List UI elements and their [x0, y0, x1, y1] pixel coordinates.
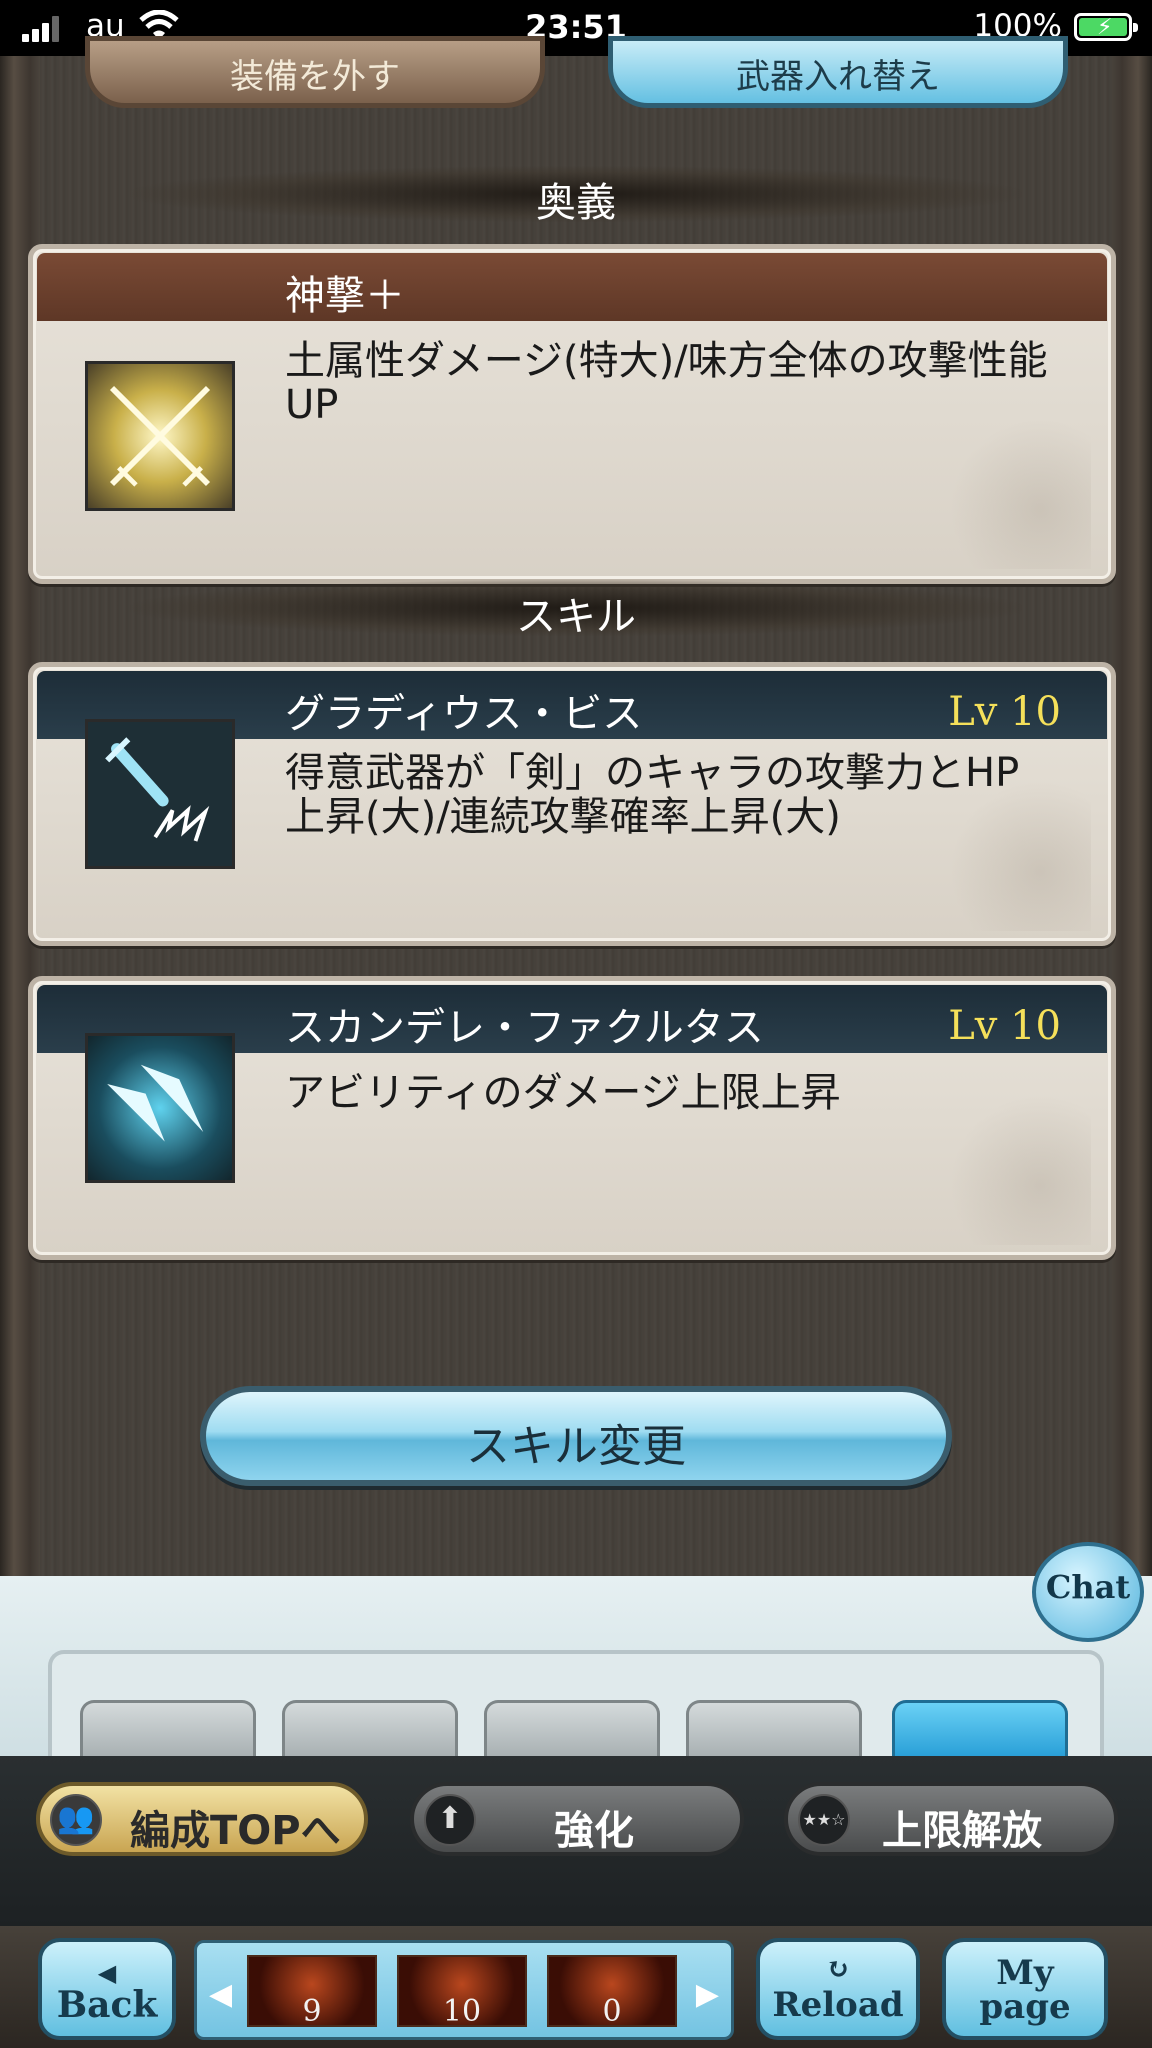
skill-change-button[interactable]: スキル変更 [200, 1386, 952, 1486]
skill-section-heading: スキル [130, 580, 1022, 640]
up-arrow-icon: ⬆ [424, 1794, 476, 1846]
skill-change-button-label: スキル変更 [466, 1421, 686, 1472]
quick-slot-3[interactable]: 0 [547, 1955, 677, 2029]
slot-right-arrow-icon[interactable]: ▶ [696, 1977, 719, 2012]
chat-button[interactable]: Chat [1032, 1542, 1144, 1642]
party-top-label: 編成TOPへ [130, 1808, 341, 1854]
card-ornament [921, 419, 1091, 569]
unequip-button-label: 装備を外す [230, 57, 400, 97]
action-bar: 👥 編成TOPへ ⬆ 強化 ★★☆ 上限解放 [0, 1756, 1152, 1926]
reload-button[interactable]: ↻ Reload [756, 1938, 920, 2040]
slot-count: 0 [602, 1994, 622, 2029]
skill-name: スカンデレ・ファクルタス [285, 1005, 764, 1051]
skill-name: グラディウス・ビス [285, 691, 643, 737]
party-members-icon: 👥 [50, 1794, 102, 1846]
party-top-button[interactable]: 👥 編成TOPへ [36, 1782, 368, 1856]
swap-weapon-button[interactable]: 武器入れ替え [608, 36, 1068, 108]
tab-1[interactable] [80, 1700, 256, 1756]
back-button[interactable]: ◀ Back [38, 1938, 176, 2040]
tab-2[interactable] [282, 1700, 458, 1756]
ougi-description: 土属性ダメージ(特大)/味方全体の攻撃性能UP [285, 338, 1048, 428]
uncap-label: 上限解放 [882, 1808, 1042, 1854]
quick-slot-2[interactable]: 10 [397, 1955, 527, 2029]
ougi-section-heading: 奥義 [130, 166, 1022, 226]
quick-slots: ◀ 9 10 0 ▶ [194, 1940, 734, 2040]
main-content: 装備を外す 武器入れ替え 奥義 神撃＋ 土属性ダメージ(特大)/味方全体の攻撃性… [0, 36, 1152, 1576]
my-page-button[interactable]: My page [942, 1938, 1108, 2040]
ougi-name: 神撃＋ [285, 273, 405, 319]
chat-label: Chat [1045, 1568, 1131, 1606]
tab-4[interactable] [686, 1700, 862, 1756]
ougi-heading-text: 奥義 [536, 180, 616, 226]
skill-heading-text: スキル [516, 594, 636, 640]
battery-icon: ⚡ [1074, 13, 1138, 41]
skill-card-1[interactable]: グラディウス・ビス Lv 10 得意武器が「剣」のキャラの攻撃力とHP上昇(大)… [28, 662, 1116, 946]
skill-level: Lv 10 [948, 1003, 1061, 1049]
card-ornament [921, 781, 1091, 931]
my-page-label-line1: My [996, 1953, 1054, 1993]
stars-icon: ★★☆ [798, 1794, 850, 1846]
card-ornament [921, 1095, 1091, 1245]
reload-label: Reload [772, 1985, 904, 2025]
reload-icon: ↻ [826, 1952, 850, 1985]
slot-count: 9 [302, 1994, 322, 2029]
back-label: Back [56, 1984, 158, 2026]
tab-3[interactable] [484, 1700, 660, 1756]
lower-panel: Chat [0, 1542, 1152, 1756]
skill-card-2[interactable]: スカンデレ・ファクルタス Lv 10 アビリティのダメージ上限上昇 [28, 976, 1116, 1260]
crossed-swords-icon [85, 361, 235, 511]
sword-slash-icon [85, 719, 235, 869]
bottom-navigation: ◀ Back ◀ 9 10 0 ▶ ↻ Reload My page [0, 1926, 1152, 2048]
my-page-label-line2: page [979, 1987, 1071, 2027]
tab-5[interactable] [892, 1700, 1068, 1756]
unequip-button[interactable]: 装備を外す [85, 36, 545, 108]
twin-blades-icon [85, 1033, 235, 1183]
skill-level: Lv 10 [948, 689, 1061, 735]
slot-left-arrow-icon[interactable]: ◀ [209, 1977, 232, 2012]
enhance-button[interactable]: ⬆ 強化 [410, 1782, 744, 1856]
uncap-button[interactable]: ★★☆ 上限解放 [784, 1782, 1118, 1856]
ougi-card-header [37, 253, 1107, 321]
slot-count: 10 [442, 1994, 482, 2029]
ougi-card: 神撃＋ 土属性ダメージ(特大)/味方全体の攻撃性能UP [28, 244, 1116, 584]
enhance-label: 強化 [554, 1808, 634, 1854]
quick-slot-1[interactable]: 9 [247, 1955, 377, 2029]
swap-weapon-button-label: 武器入れ替え [736, 57, 940, 97]
